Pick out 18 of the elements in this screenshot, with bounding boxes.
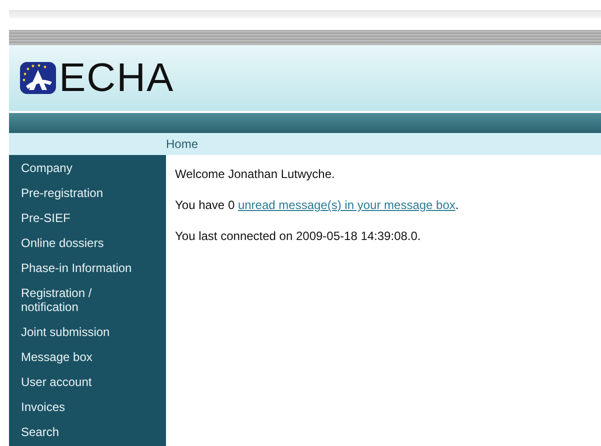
sidebar-item[interactable]: Phase-in Information — [9, 258, 139, 278]
sidebar-item[interactable]: Company — [9, 158, 139, 178]
sidebar-item[interactable]: Pre-registration — [9, 183, 139, 203]
sidebar-item[interactable]: User account — [9, 372, 139, 392]
sidebar-item[interactable]: Registration / notification — [9, 283, 139, 317]
sidebar-item[interactable]: Search — [9, 422, 139, 442]
breadcrumb-link[interactable]: Home — [166, 135, 198, 155]
message-box-link[interactable]: unread message(s) in your message box — [238, 198, 456, 212]
sidebar-item[interactable]: Message box — [9, 347, 139, 367]
sidebar-item[interactable]: Invoices — [9, 397, 139, 417]
sidebar-item[interactable]: Pre-SIEF — [9, 208, 139, 228]
sidebar-item[interactable]: Joint submission — [9, 322, 139, 342]
sidebar-item[interactable]: Online dossiers — [9, 233, 139, 253]
logo-icon — [20, 62, 56, 94]
messages-text: You have 0 unread message(s) in your message box. — [175, 197, 459, 214]
welcome-text: Welcome Jonathan Lutwyche. — [175, 166, 336, 183]
logo-text: ECHA — [59, 58, 174, 98]
last-connected-text: You last connected on 2009-05-18 14:39:08.0. — [175, 228, 422, 245]
